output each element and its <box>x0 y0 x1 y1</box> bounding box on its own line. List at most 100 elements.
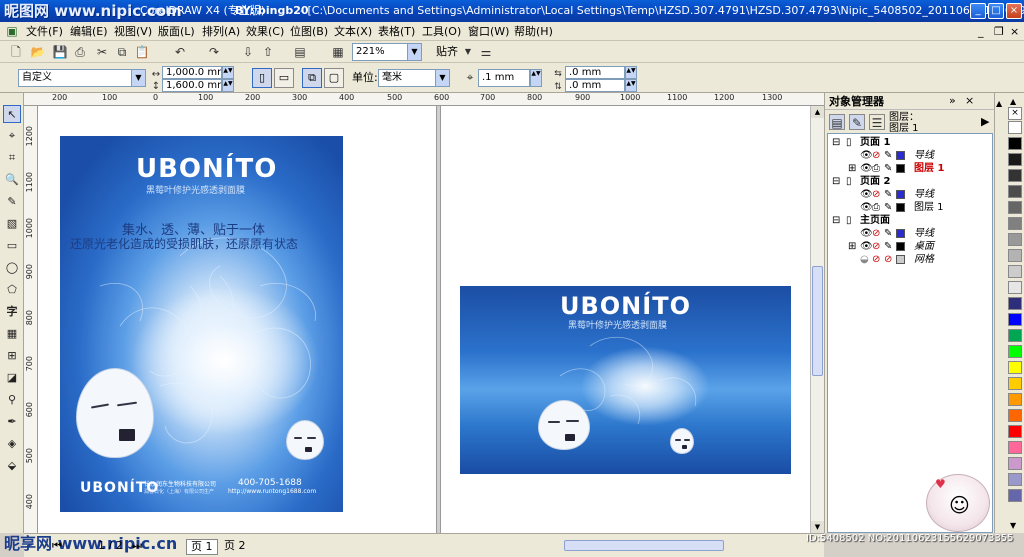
menu-bitmaps[interactable]: 位图(B) <box>290 24 328 39</box>
layer-manager-view-icon[interactable]: ☰ <box>869 114 885 130</box>
maximize-button[interactable]: □ <box>988 3 1004 19</box>
menu-table[interactable]: 表格(T) <box>378 24 415 39</box>
menu-edit[interactable]: 编辑(E) <box>70 24 108 39</box>
portrait-button[interactable]: ▯ <box>252 68 272 88</box>
app-menu-icon[interactable]: ▣ <box>4 23 20 39</box>
menu-file[interactable]: 文件(F) <box>26 24 63 39</box>
crop-tool-icon[interactable]: ⌗ <box>3 149 21 167</box>
application-launcher-icon[interactable]: ▤ <box>292 44 308 60</box>
print-icon[interactable]: ⎙ <box>872 162 880 175</box>
page-width-field[interactable]: 1,000.0 mm <box>162 66 222 79</box>
tree-layer-1[interactable]: ⊞ 👁 ⎙ ✎ 图层 1 <box>828 162 992 175</box>
landscape-button[interactable]: ▭ <box>274 68 294 88</box>
color-swatch[interactable] <box>1008 121 1022 134</box>
duplicate-y-spinner[interactable]: ▲▼ <box>625 79 637 92</box>
edit-icon[interactable]: ✎ <box>884 149 892 162</box>
doc-close-button[interactable]: × <box>1010 24 1019 39</box>
tree-master-page[interactable]: ⊟ ▯ 主页面 <box>828 214 992 227</box>
menu-layout[interactable]: 版面(L) <box>158 24 195 39</box>
menu-window[interactable]: 窗口(W) <box>468 24 509 39</box>
new-document-icon[interactable]: 🗋 <box>8 44 24 60</box>
collapse-icon[interactable]: » <box>949 94 956 108</box>
horizontal-ruler[interactable]: 200 100 0 100 200 300 400 500 600 700 80… <box>24 93 824 106</box>
rectangle-tool-icon[interactable]: ▭ <box>3 237 21 255</box>
close-button[interactable]: × <box>1006 3 1022 19</box>
cut-icon[interactable]: ✂ <box>94 44 110 60</box>
print-icon[interactable]: ⎙ <box>72 44 88 60</box>
color-swatch[interactable] <box>1008 425 1022 438</box>
tree-page-2[interactable]: ⊟ ▯ 页面 2 <box>828 175 992 188</box>
color-swatch[interactable] <box>1008 201 1022 214</box>
nudge-distance-field[interactable]: .1 mm <box>478 69 530 87</box>
print-icon[interactable]: ⊘ <box>872 149 880 162</box>
color-swatch[interactable] <box>1008 473 1022 486</box>
menu-arrange[interactable]: 排列(A) <box>202 24 240 39</box>
outline-tool-icon[interactable]: ✒ <box>3 413 21 431</box>
color-swatch[interactable] <box>1008 457 1022 470</box>
options-icon[interactable]: ⚌ <box>478 44 494 60</box>
undo-icon[interactable]: ↶ <box>172 44 188 60</box>
page-height-spinner[interactable]: ▲▼ <box>222 79 234 92</box>
color-swatch[interactable] <box>1008 409 1022 422</box>
palette-scroll-down-icon[interactable]: ▼ <box>1010 519 1016 533</box>
save-icon[interactable]: 💾 <box>52 44 68 60</box>
last-page-button[interactable]: ⏭ <box>132 539 142 553</box>
horizontal-scroll-thumb[interactable] <box>564 540 724 551</box>
doc-restore-button[interactable]: ❐ <box>994 24 1004 39</box>
tree-layer-grid[interactable]: ◒ ⊘ ⊘ 网格 <box>828 253 992 266</box>
vertical-scrollbar[interactable]: ▲ ▼ <box>810 106 824 533</box>
tree-layer-guides[interactable]: 👁 ⊘ ✎ 导线 <box>828 227 992 240</box>
eye-icon[interactable]: ◒ <box>860 253 869 266</box>
ellipse-tool-icon[interactable]: ◯ <box>3 259 21 277</box>
pick-tool-icon[interactable]: ↖ <box>3 105 21 123</box>
show-properties-icon[interactable]: ▤ <box>829 114 845 130</box>
polygon-tool-icon[interactable]: ⬠ <box>3 281 21 299</box>
doc-minimize-button[interactable]: _ <box>978 24 984 39</box>
tree-layer-1[interactable]: 👁 ⎙ ✎ 图层 1 <box>828 201 992 214</box>
eye-icon[interactable]: 👁 <box>860 227 873 240</box>
menu-effects[interactable]: 效果(C) <box>246 24 284 39</box>
edit-icon[interactable]: ✎ <box>884 240 892 253</box>
tree-page-1[interactable]: ⊟ ▯ 页面 1 <box>828 136 992 149</box>
export-icon[interactable]: ⇧ <box>260 44 276 60</box>
no-color-swatch[interactable]: × <box>1008 107 1022 120</box>
minimize-button[interactable]: _ <box>970 3 986 19</box>
tree-layer-guides[interactable]: 👁 ⊘ ✎ 导线 <box>828 149 992 162</box>
edit-icon[interactable]: ✎ <box>884 201 892 214</box>
close-icon[interactable]: × <box>965 94 974 108</box>
shape-tool-icon[interactable]: ⌖ <box>3 127 21 145</box>
edit-icon[interactable]: ✎ <box>884 162 892 175</box>
color-swatch[interactable] <box>1008 217 1022 230</box>
color-swatch[interactable] <box>1008 265 1022 278</box>
menu-tools[interactable]: 工具(O) <box>422 24 461 39</box>
scroll-up-button[interactable]: ▲ <box>811 106 824 118</box>
edit-icon[interactable]: ✎ <box>884 188 892 201</box>
color-swatch[interactable] <box>1008 329 1022 342</box>
eye-icon[interactable]: 👁 <box>860 149 873 162</box>
fill-tool-icon[interactable]: ◈ <box>3 435 21 453</box>
duplicate-x-spinner[interactable]: ▲▼ <box>625 66 637 79</box>
open-icon[interactable]: 📂 <box>30 44 46 60</box>
connector-tool-icon[interactable]: ⊞ <box>3 347 21 365</box>
color-swatch[interactable] <box>1008 361 1022 374</box>
scroll-thumb[interactable] <box>812 266 823 376</box>
color-swatch[interactable] <box>1008 153 1022 166</box>
color-swatch[interactable] <box>1008 185 1022 198</box>
interactive-tool-icon[interactable]: ◪ <box>3 369 21 387</box>
duplicate-distance-y-field[interactable]: .0 mm <box>565 79 625 92</box>
poster-page-1[interactable]: UBONÍTO 黑莓叶修护光感透剥面膜 集水、透、薄、贴于一体 还原光老化造成的… <box>60 136 343 512</box>
eye-icon[interactable]: 👁 <box>860 188 873 201</box>
table-tool-icon[interactable]: ▦ <box>3 325 21 343</box>
docker-tabs[interactable]: ▲ <box>994 93 1006 533</box>
units-select[interactable]: 毫米 ▼ <box>378 69 450 87</box>
menu-help[interactable]: 帮助(H) <box>514 24 553 39</box>
tab-page-2[interactable]: 页 2 <box>220 539 250 553</box>
current-page-button[interactable]: ▢ <box>324 68 344 88</box>
duplicate-distance-x-field[interactable]: .0 mm <box>565 66 625 79</box>
color-swatch[interactable] <box>1008 393 1022 406</box>
page-width-spinner[interactable]: ▲▼ <box>222 66 234 79</box>
snap-to-dropdown[interactable]: 贴齐 <box>436 45 458 59</box>
print-icon[interactable]: ⊘ <box>872 188 880 201</box>
edit-icon[interactable]: ⊘ <box>884 253 892 266</box>
vertical-ruler[interactable]: 1200 1100 1000 900 800 700 600 500 400 <box>24 106 38 533</box>
